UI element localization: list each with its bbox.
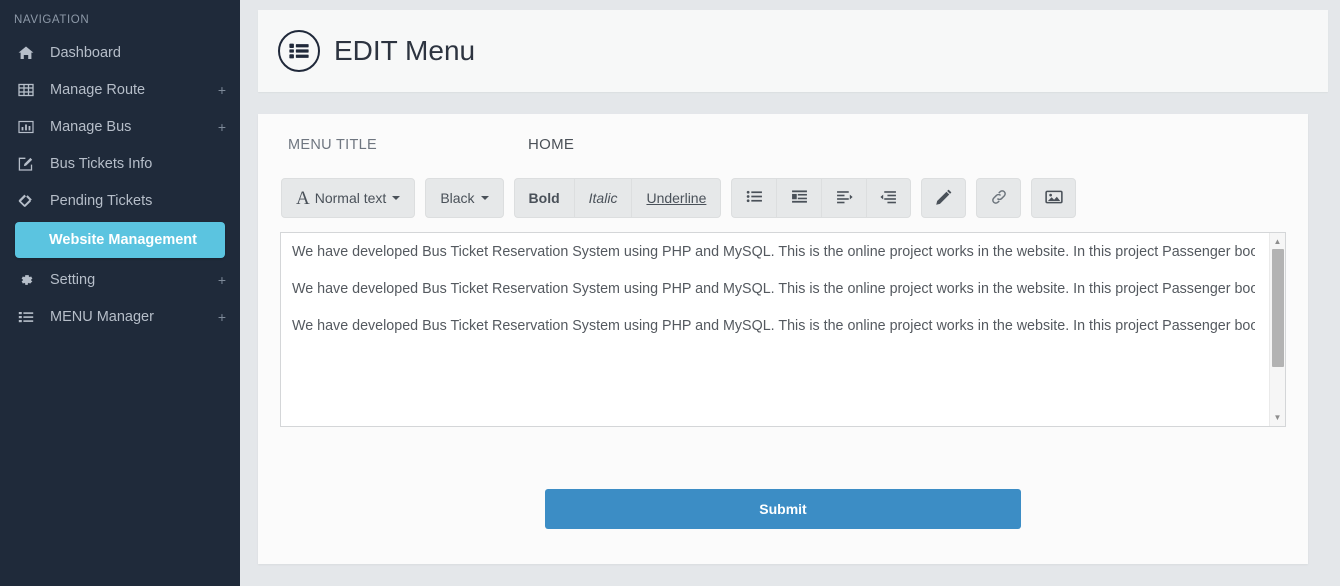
- sidebar-item-label: Website Management: [49, 232, 197, 248]
- sidebar-item-website-management[interactable]: Website Management: [15, 222, 225, 258]
- edit-menu-card: MENU TITLE HOME A Normal text Black Bold…: [258, 114, 1308, 564]
- home-icon: [18, 45, 42, 61]
- outdent-icon: [880, 188, 897, 208]
- ordered-list-icon: [791, 188, 808, 208]
- text-color-label: Black: [440, 190, 475, 206]
- font-a-icon: A: [296, 187, 310, 209]
- text-style-label: Normal text: [314, 190, 387, 206]
- link-button[interactable]: [976, 178, 1022, 218]
- menu-title-row: MENU TITLE HOME: [280, 136, 1286, 170]
- text-format-group: Bold Italic Underline: [513, 178, 722, 218]
- scroll-up-arrow-icon[interactable]: ▲: [1270, 234, 1285, 249]
- editor-paragraph: We have developed Bus Ticket Reservation…: [292, 244, 1255, 260]
- image-button[interactable]: [1031, 178, 1077, 218]
- editor-content[interactable]: We have developed Bus Ticket Reservation…: [281, 233, 1285, 364]
- editor-toolbar: A Normal text Black Bold Italic Underlin…: [280, 178, 1286, 218]
- scrollbar-thumb[interactable]: [1272, 249, 1284, 367]
- ordered-list-button[interactable]: [776, 178, 822, 218]
- sidebar-item-manage-route[interactable]: Manage Route +: [0, 71, 240, 108]
- sidebar: NAVIGATION Dashboard Manage Route + Mana…: [0, 0, 240, 586]
- bold-button[interactable]: Bold: [513, 178, 574, 218]
- submit-row: Submit: [280, 489, 1286, 529]
- chevron-down-icon: [392, 196, 401, 200]
- table-icon: [18, 82, 42, 98]
- sidebar-item-pending-tickets[interactable]: Pending Tickets: [0, 182, 240, 219]
- pencil-icon: [935, 188, 953, 209]
- sidebar-item-label: Manage Route: [50, 81, 146, 98]
- menu-title-value: HOME: [528, 136, 575, 153]
- editor-scrollbar[interactable]: ▲ ▼: [1269, 233, 1285, 426]
- text-color-dropdown[interactable]: Black: [425, 178, 504, 218]
- expand-plus-icon[interactable]: +: [218, 310, 226, 324]
- unordered-list-icon: [746, 188, 763, 208]
- page-header: EDIT Menu: [258, 10, 1328, 92]
- tags-icon: [18, 193, 42, 209]
- expand-plus-icon[interactable]: +: [218, 120, 226, 134]
- indent-icon: [836, 188, 853, 208]
- sidebar-item-label: MENU Manager: [50, 308, 154, 325]
- sidebar-item-bus-tickets-info[interactable]: Bus Tickets Info: [0, 145, 240, 182]
- expand-plus-icon[interactable]: +: [218, 83, 226, 97]
- image-icon: [1045, 188, 1063, 209]
- underline-button[interactable]: Underline: [631, 178, 722, 218]
- app-root: NAVIGATION Dashboard Manage Route + Mana…: [0, 0, 1340, 586]
- scroll-down-arrow-icon[interactable]: ▼: [1270, 410, 1285, 425]
- unordered-list-button[interactable]: [731, 178, 777, 218]
- sidebar-item-label: Setting: [50, 271, 96, 288]
- menu-title-label: MENU TITLE: [288, 137, 377, 153]
- pencil-button[interactable]: [921, 178, 967, 218]
- outdent-button[interactable]: [866, 178, 912, 218]
- italic-button[interactable]: Italic: [573, 178, 632, 218]
- list-circle-icon: [278, 30, 320, 72]
- sidebar-item-label: Bus Tickets Info: [50, 155, 153, 172]
- sidebar-item-setting[interactable]: Setting +: [0, 261, 240, 298]
- edit-square-icon: [18, 156, 42, 172]
- sidebar-item-manage-bus[interactable]: Manage Bus +: [0, 108, 240, 145]
- text-style-dropdown[interactable]: A Normal text: [281, 178, 416, 218]
- sidebar-item-label: Dashboard: [50, 44, 121, 61]
- nav-heading: NAVIGATION: [14, 14, 90, 26]
- sidebar-item-label: Manage Bus: [50, 118, 132, 135]
- sidebar-item-label: Pending Tickets: [50, 192, 153, 209]
- expand-plus-icon[interactable]: +: [218, 273, 226, 287]
- main-content: EDIT Menu MENU TITLE HOME A Normal text …: [240, 0, 1340, 586]
- rich-text-editor[interactable]: We have developed Bus Ticket Reservation…: [280, 232, 1286, 427]
- link-icon: [990, 188, 1008, 209]
- indent-button[interactable]: [821, 178, 867, 218]
- editor-paragraph: We have developed Bus Ticket Reservation…: [292, 281, 1255, 297]
- chevron-down-icon: [480, 196, 489, 200]
- sidebar-item-dashboard[interactable]: Dashboard: [0, 34, 240, 71]
- list-indent-group: [731, 178, 912, 218]
- sidebar-item-menu-manager[interactable]: MENU Manager +: [0, 298, 240, 335]
- page-title: EDIT Menu: [334, 35, 476, 66]
- editor-paragraph: We have developed Bus Ticket Reservation…: [292, 318, 1255, 334]
- gear-icon: [18, 272, 42, 288]
- submit-button[interactable]: Submit: [545, 489, 1021, 529]
- list-icon: [18, 309, 42, 325]
- bar-chart-icon: [18, 119, 42, 135]
